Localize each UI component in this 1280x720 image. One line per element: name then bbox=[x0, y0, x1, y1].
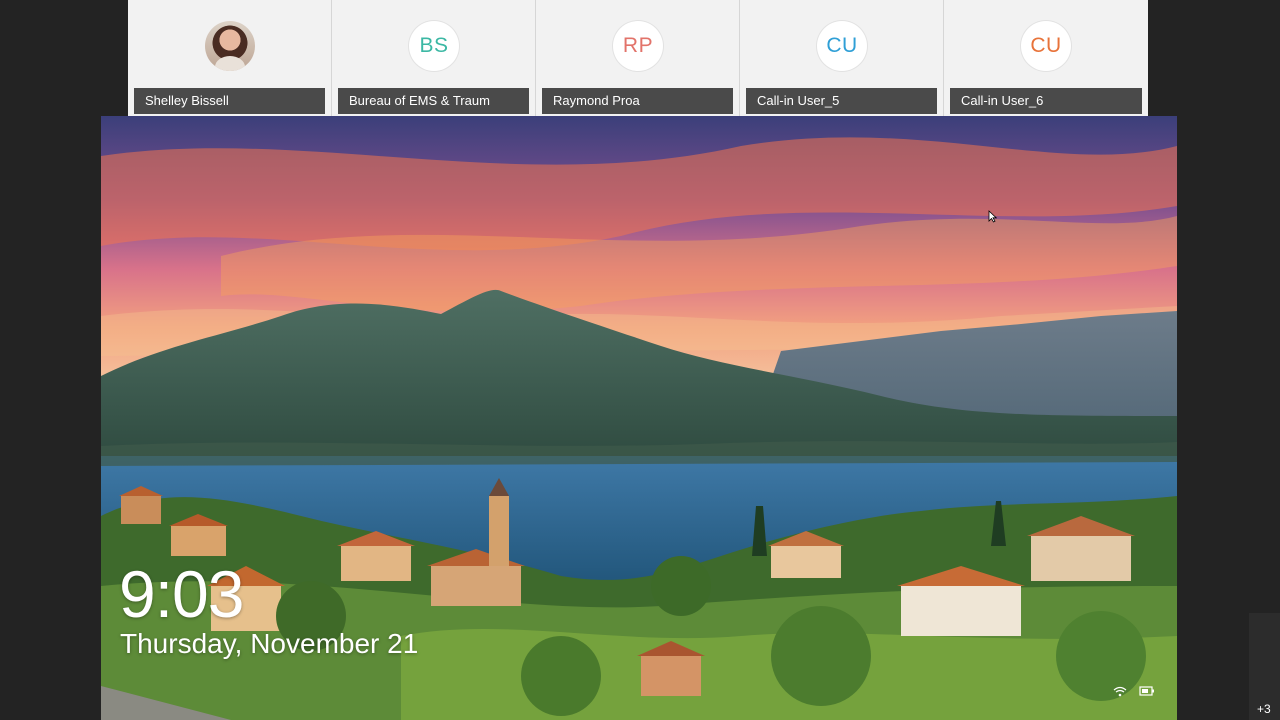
participant-tile[interactable]: Shelley Bissell bbox=[128, 0, 332, 116]
participant-name: Call-in User_6 bbox=[950, 88, 1142, 114]
lock-screen-status-tray bbox=[1113, 684, 1155, 702]
participant-tile[interactable]: CU Call-in User_6 bbox=[944, 0, 1148, 116]
participant-name: Raymond Proa bbox=[542, 88, 733, 114]
lock-screen-time: 9:03 bbox=[119, 557, 244, 631]
mouse-cursor-icon bbox=[988, 210, 998, 228]
shared-screen[interactable]: 9:03 Thursday, November 21 bbox=[101, 116, 1177, 720]
battery-icon bbox=[1139, 684, 1155, 702]
participant-name: Shelley Bissell bbox=[134, 88, 325, 114]
participant-tile[interactable]: CU Call-in User_5 bbox=[740, 0, 944, 116]
participant-avatar-initials: RP bbox=[613, 21, 663, 71]
lock-screen-date: Thursday, November 21 bbox=[120, 628, 419, 659]
participant-name: Call-in User_5 bbox=[746, 88, 937, 114]
participant-tile[interactable]: RP Raymond Proa bbox=[536, 0, 740, 116]
participant-avatar-initials: CU bbox=[817, 21, 867, 71]
wifi-icon bbox=[1113, 684, 1127, 702]
participant-name: Bureau of EMS & Traum bbox=[338, 88, 529, 114]
participant-tile[interactable]: BS Bureau of EMS & Traum bbox=[332, 0, 536, 116]
participant-overflow-count[interactable]: +3 bbox=[1257, 702, 1271, 716]
participant-avatar-initials: BS bbox=[409, 21, 459, 71]
participant-avatar-initials: CU bbox=[1021, 21, 1071, 71]
participant-avatar-photo bbox=[205, 21, 255, 71]
participant-strip: Shelley Bissell BS Bureau of EMS & Traum… bbox=[128, 0, 1149, 116]
